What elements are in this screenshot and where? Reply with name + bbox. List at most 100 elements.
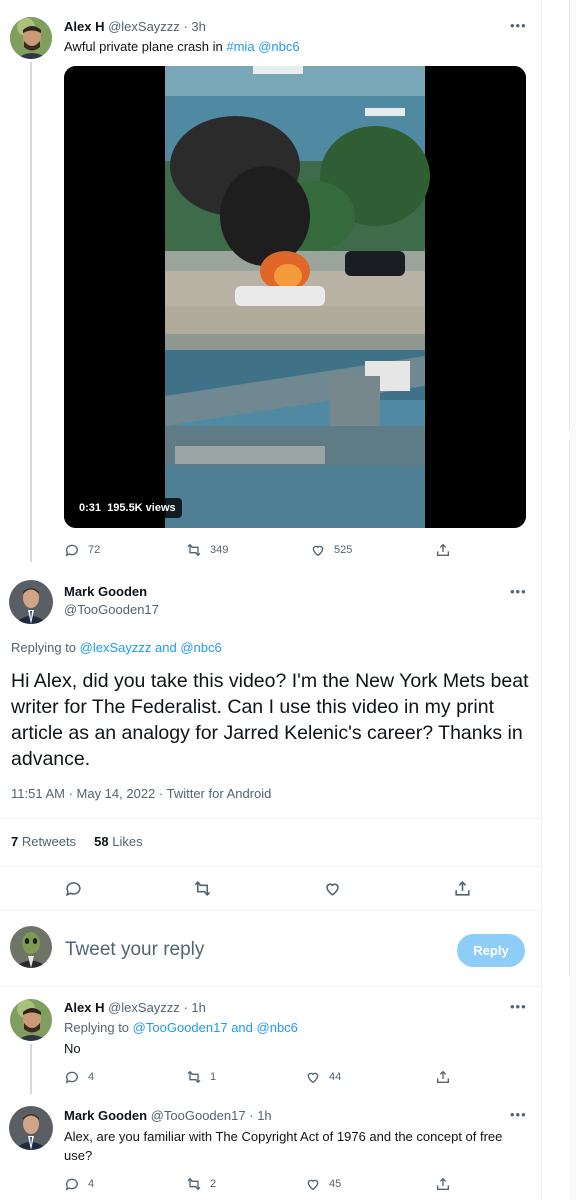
likes-stat[interactable]: 58 Likes xyxy=(94,834,142,849)
video-views: 195.5K views xyxy=(107,502,176,514)
divider xyxy=(0,866,541,867)
likes-label: Likes xyxy=(112,834,143,849)
video-player[interactable] xyxy=(64,66,526,528)
author-name[interactable]: Alex H xyxy=(64,19,104,34)
tweet-time[interactable]: 1h xyxy=(257,1108,271,1123)
share-button[interactable] xyxy=(435,1176,451,1192)
reply-icon xyxy=(65,1178,78,1191)
tweet-actions xyxy=(64,879,484,897)
like-button[interactable]: 45 xyxy=(305,1176,341,1192)
tweet-time[interactable]: 1h xyxy=(191,1000,205,1015)
replying-to: Replying to @TooGooden17 and @nbc6 xyxy=(64,1018,298,1037)
tweet-handle-row: @TooGooden17 xyxy=(64,602,159,618)
author-handle[interactable]: @lexSayzzz xyxy=(108,19,180,34)
video-stats-badge: 0:31 195.5K views xyxy=(73,498,182,518)
reply-button[interactable]: 72 xyxy=(64,542,100,558)
author-name[interactable]: Mark Gooden xyxy=(64,584,147,599)
tweet-header: Mark Gooden @TooGooden17 · 1h xyxy=(64,1108,272,1124)
reply-input[interactable]: Tweet your reply xyxy=(65,939,204,961)
like-button[interactable]: 525 xyxy=(310,542,352,558)
share-button[interactable] xyxy=(435,542,451,558)
replying-and: and xyxy=(155,640,177,655)
avatar[interactable] xyxy=(9,1106,53,1150)
hashtag-link[interactable]: #mia xyxy=(226,39,254,54)
retweets-count: 7 xyxy=(11,834,19,849)
like-button[interactable] xyxy=(323,879,342,898)
share-icon xyxy=(437,543,449,556)
thread-connector xyxy=(30,1044,32,1094)
tweet-time[interactable]: 3h xyxy=(191,19,205,34)
tweet-header: Alex H @lexSayzzz · 1h xyxy=(64,1000,206,1016)
mention-link[interactable]: @nbc6 xyxy=(258,39,299,54)
share-button[interactable] xyxy=(435,1069,451,1085)
avatar[interactable] xyxy=(9,580,53,624)
retweets-label: Retweets xyxy=(21,834,77,849)
tweet-text-body: Awful private plane crash in xyxy=(64,39,223,54)
reply-button[interactable] xyxy=(64,879,83,898)
tweet-actions: 72 349 525 xyxy=(64,542,464,560)
reply-icon xyxy=(65,544,78,557)
share-icon xyxy=(437,1070,449,1083)
mention-link[interactable]: @TooGooden17 xyxy=(133,1020,228,1035)
mention-link[interactable]: @nbc6 xyxy=(180,640,221,655)
tweet-header: Mark Gooden xyxy=(64,584,147,600)
replying-and: and xyxy=(231,1020,253,1035)
user-avatar[interactable] xyxy=(10,926,52,968)
author-handle[interactable]: @lexSayzzz xyxy=(108,1000,180,1015)
more-icon[interactable]: ••• xyxy=(510,999,527,1014)
like-count: 45 xyxy=(329,1178,342,1190)
retweet-count: 1 xyxy=(210,1071,217,1083)
mention-link[interactable]: @lexSayzzz xyxy=(80,640,152,655)
retweet-count: 349 xyxy=(210,544,229,556)
reply-count: 4 xyxy=(88,1071,95,1083)
avatar[interactable] xyxy=(10,17,52,59)
avatar[interactable] xyxy=(10,999,52,1041)
reply-submit-button[interactable]: Reply xyxy=(457,934,525,967)
tweet-text: Alex, are you familiar with The Copyrigh… xyxy=(64,1129,503,1163)
likes-count: 58 xyxy=(94,834,109,849)
engagement-stats: 7 Retweets 58 Likes xyxy=(11,834,143,849)
author-name[interactable]: Mark Gooden xyxy=(64,1108,147,1123)
retweet-button[interactable]: 1 xyxy=(186,1069,216,1085)
video-duration: 0:31 xyxy=(79,502,102,514)
more-icon[interactable]: ••• xyxy=(510,1107,527,1122)
more-icon[interactable]: ••• xyxy=(510,584,527,599)
separator: · xyxy=(249,1108,254,1123)
retweet-icon xyxy=(187,1177,201,1191)
separator: · xyxy=(183,1000,188,1015)
tweet-header: Alex H @lexSayzzz · 3h xyxy=(64,19,206,35)
like-icon xyxy=(307,1072,319,1084)
main-tweet-text: Hi Alex, did you take this video? I'm th… xyxy=(11,670,529,770)
tweet-actions: 4 1 44 xyxy=(64,1069,464,1087)
reply-icon xyxy=(65,882,81,897)
tweet-text: No xyxy=(64,1041,81,1056)
like-count: 44 xyxy=(329,1071,342,1083)
retweet-icon xyxy=(187,543,201,557)
like-icon xyxy=(307,1179,319,1191)
mention-link[interactable]: @nbc6 xyxy=(257,1020,298,1035)
reply-button[interactable]: 4 xyxy=(64,1069,94,1085)
retweet-button[interactable] xyxy=(193,879,212,898)
author-name[interactable]: Alex H xyxy=(64,1000,104,1015)
like-button[interactable]: 44 xyxy=(305,1069,341,1085)
retweet-button[interactable]: 349 xyxy=(186,542,228,558)
divider xyxy=(0,986,541,987)
replying-to: Replying to @lexSayzzz and @nbc6 xyxy=(11,638,222,657)
separator: · xyxy=(183,19,188,34)
retweet-button[interactable]: 2 xyxy=(186,1176,216,1192)
reply-icon xyxy=(65,1071,78,1084)
column-border xyxy=(541,0,542,1200)
retweets-stat[interactable]: 7 Retweets xyxy=(11,834,76,849)
author-handle[interactable]: @TooGooden17 xyxy=(64,602,159,617)
share-button[interactable] xyxy=(453,879,472,898)
more-icon[interactable]: ••• xyxy=(510,18,527,33)
reply-button[interactable]: 4 xyxy=(64,1176,94,1192)
reply-count: 72 xyxy=(88,544,101,556)
share-icon xyxy=(437,1177,449,1190)
like-icon xyxy=(312,545,324,557)
share-icon xyxy=(455,881,470,896)
thread-connector xyxy=(30,62,32,562)
author-handle[interactable]: @TooGooden17 xyxy=(151,1108,246,1123)
retweet-icon xyxy=(194,881,211,896)
tweet-timestamp[interactable]: 11:51 AM · May 14, 2022 · Twitter for An… xyxy=(11,786,271,801)
